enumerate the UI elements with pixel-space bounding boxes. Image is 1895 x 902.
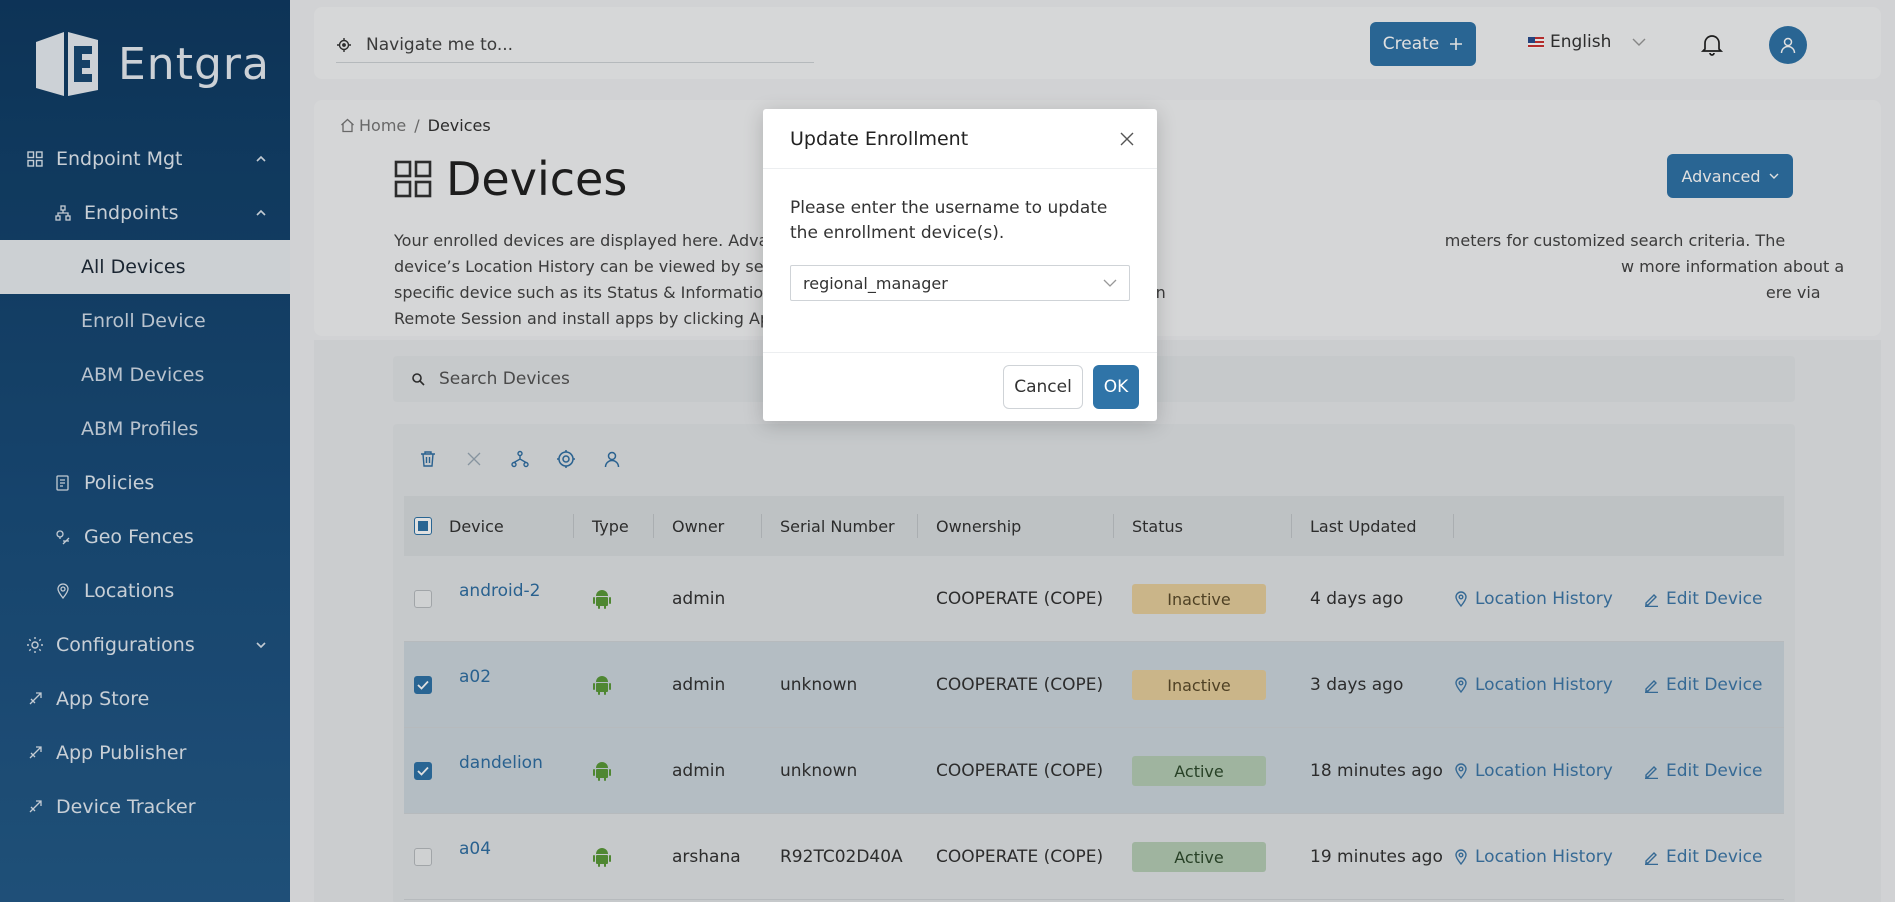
modal-title: Update Enrollment bbox=[790, 127, 969, 150]
modal-header: Update Enrollment bbox=[763, 109, 1157, 169]
modal-footer: Cancel OK bbox=[763, 352, 1157, 421]
modal-body: Please enter the username to update the … bbox=[763, 169, 1157, 301]
username-select[interactable]: regional_manager bbox=[790, 265, 1130, 301]
username-select-value: regional_manager bbox=[803, 273, 948, 293]
ok-button[interactable]: OK bbox=[1093, 365, 1139, 409]
cancel-button[interactable]: Cancel bbox=[1003, 365, 1083, 409]
chevron-down-icon bbox=[1103, 279, 1117, 287]
close-icon[interactable] bbox=[1117, 129, 1137, 149]
modal-message: Please enter the username to update the … bbox=[790, 198, 1108, 243]
update-enrollment-modal: Update Enrollment Please enter the usern… bbox=[763, 109, 1157, 421]
